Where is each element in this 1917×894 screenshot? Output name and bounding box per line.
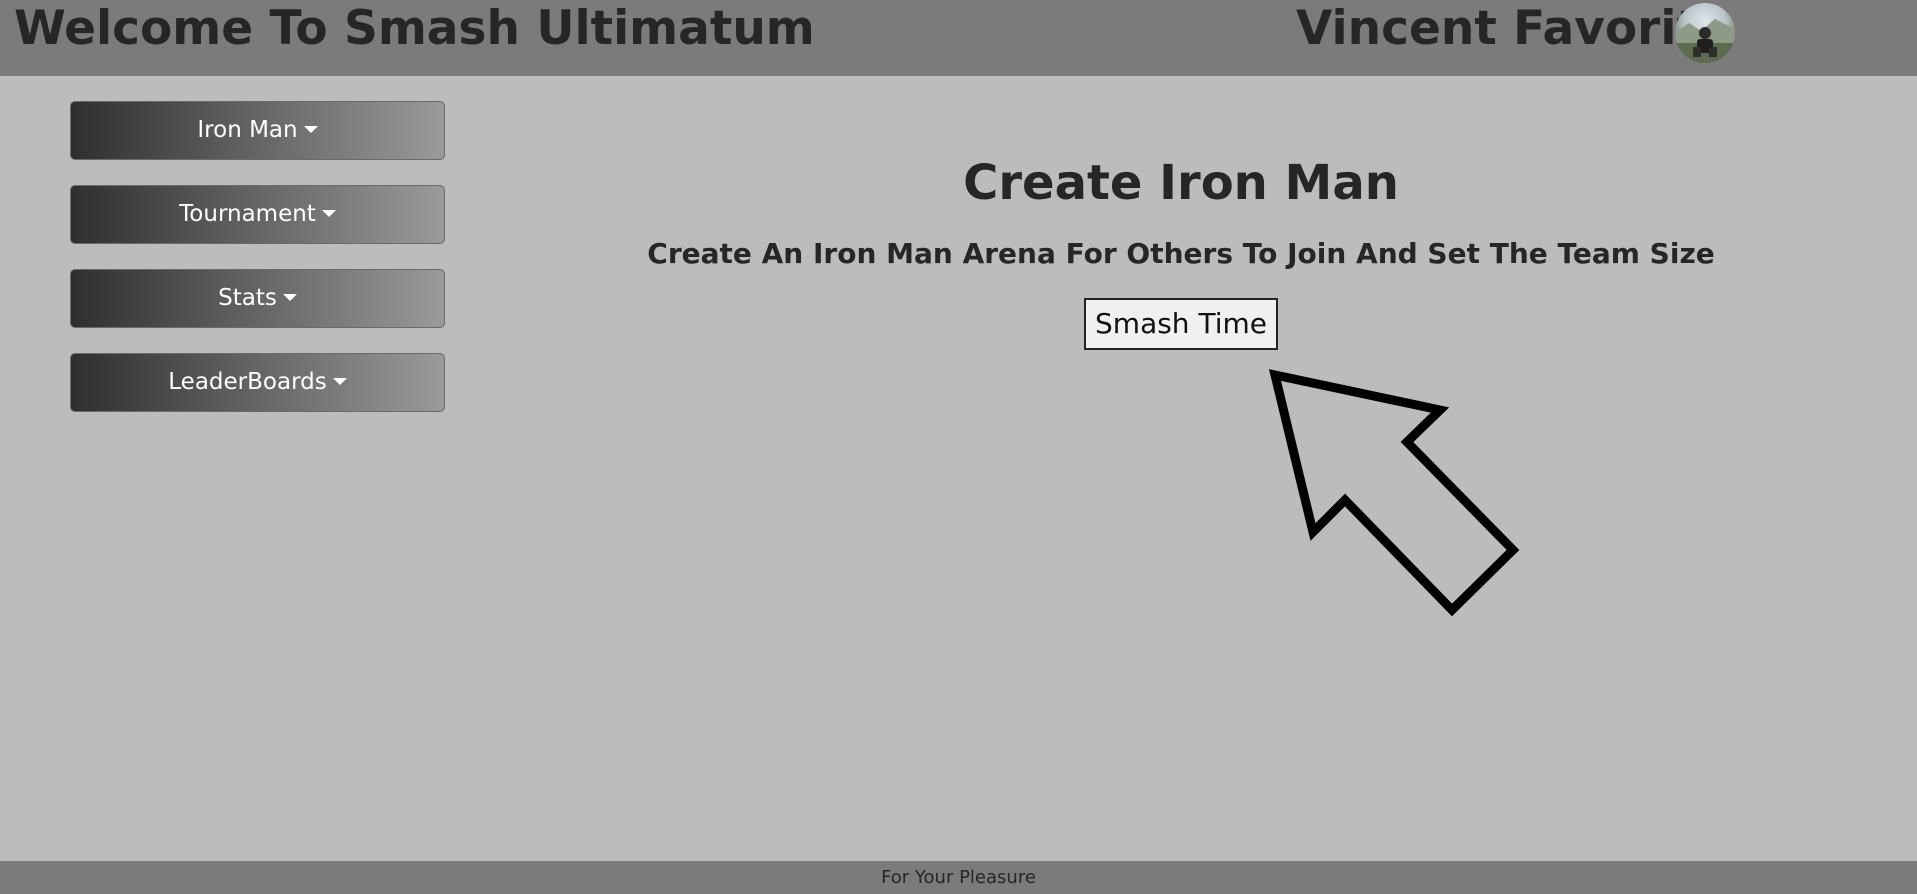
arrow-pointer-icon	[1268, 369, 1520, 617]
footer-text: For Your Pleasure	[881, 867, 1036, 888]
stats-dropdown-button[interactable]: Stats	[70, 269, 445, 328]
leaderboards-dropdown-label: LeaderBoards	[168, 369, 327, 395]
iron-man-dropdown-button[interactable]: Iron Man	[70, 101, 445, 160]
stats-dropdown-label: Stats	[218, 285, 277, 311]
caret-down-icon	[282, 294, 297, 301]
top-header: Welcome To Smash Ultimatum Vincent Favor…	[0, 0, 1917, 76]
user-avatar-icon	[1675, 19, 1735, 63]
site-title: Welcome To Smash Ultimatum	[14, 1, 815, 56]
page-description: Create An Iron Man Arena For Others To J…	[647, 237, 1715, 270]
main-content: Create Iron Man Create An Iron Man Arena…	[600, 150, 1762, 350]
page-heading: Create Iron Man	[963, 155, 1399, 211]
leaderboards-dropdown-button[interactable]: LeaderBoards	[70, 353, 445, 412]
tournament-dropdown-label: Tournament	[179, 201, 316, 227]
caret-down-icon	[321, 210, 336, 217]
user-name[interactable]: Vincent Favorito	[1296, 4, 1731, 54]
footer: For Your Pleasure	[0, 861, 1917, 894]
sidebar: Iron Man Tournament Stats LeaderBoards	[70, 101, 445, 437]
caret-down-icon	[332, 378, 347, 385]
iron-man-dropdown-label: Iron Man	[197, 117, 298, 143]
avatar[interactable]	[1675, 3, 1735, 63]
smash-time-button[interactable]: Smash Time	[1084, 298, 1278, 350]
caret-down-icon	[303, 126, 318, 133]
tournament-dropdown-button[interactable]: Tournament	[70, 185, 445, 244]
